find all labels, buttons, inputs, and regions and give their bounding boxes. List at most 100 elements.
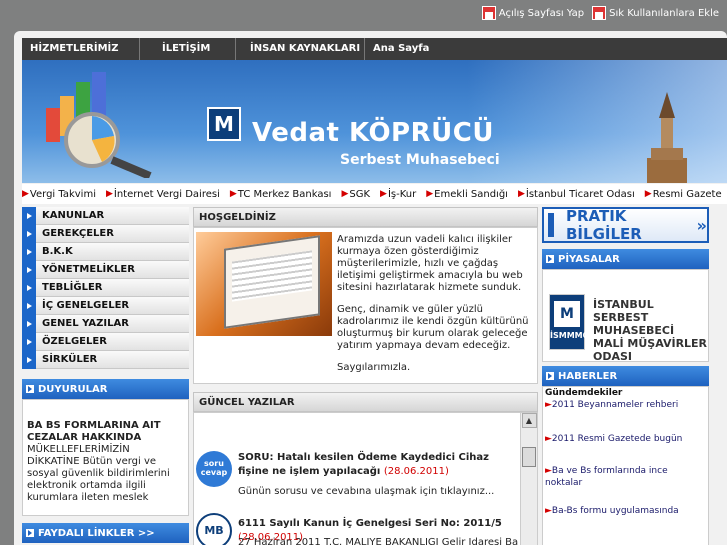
bullet-icon [22, 224, 36, 243]
main-nav: HİZMETLERİMİZ İLETİŞİM İNSAN KAYNAKLARI … [22, 38, 727, 60]
bullet-icon [546, 372, 554, 380]
set-homepage-label: Açılış Sayfası Yap [498, 7, 585, 19]
double-arrow-icon: » [696, 215, 707, 235]
arrow-icon: ▶ [426, 189, 434, 199]
menu-item-sirkuler[interactable]: SİRKÜLER [22, 350, 189, 369]
arrow-icon: ▶ [22, 189, 29, 199]
link-merkez-bankasi[interactable]: ▶ TC Merkez Bankası [230, 189, 332, 200]
menu-item-kanunlar[interactable]: KANUNLAR [22, 206, 189, 225]
guncel-scrollbar[interactable]: ▲ [520, 413, 537, 545]
menu-item-ic-genelgeler[interactable]: İÇ GENELGELER [22, 296, 189, 315]
arrow-icon: ▶ [105, 189, 113, 199]
arrow-icon: ▶ [380, 189, 387, 199]
home-icon [481, 6, 496, 20]
header-banner: M Vedat KÖPRÜCÜ Serbest Muhasebeci [22, 60, 727, 183]
bullet-icon [22, 278, 36, 297]
brand-logo: M [207, 107, 241, 141]
bullet-icon [22, 314, 36, 333]
bullet-icon [22, 242, 36, 261]
guncel-header: GÜNCEL YAZILAR [193, 392, 538, 412]
welcome-panel: Aramızda uzun vadeli kalıcı ilişkiler ku… [193, 227, 538, 384]
news-item[interactable]: ►2011 Beyannameler rehberi [545, 399, 705, 411]
piyasalar-box: M İSMMMO İSTANBUL SERBEST MUHASEBECİ MALİ… [542, 269, 709, 363]
welcome-signoff: Saygılarımızla. [337, 362, 411, 373]
welcome-header: HOŞGELDİNİZ [193, 207, 538, 227]
right-column: PRATİK BİLGİLER» PİYASALAR M İSMMMO İSTAN… [542, 207, 709, 545]
chart-magnifier-illustration [46, 72, 152, 178]
arrow-icon: ▶ [517, 189, 525, 199]
menu-item-tebligler[interactable]: TEBLİĞLER [22, 278, 189, 297]
laptop-image [196, 232, 332, 336]
nav-item-home[interactable]: Ana Sayfa [365, 38, 429, 60]
article-desc: 27 Haziran 2011 T.C. MALİYE BAKANLIĞI Ge… [238, 537, 518, 545]
useful-links-header[interactable]: FAYDALI LİNKLER >> [22, 523, 189, 543]
nav-item-contact[interactable]: İLETİŞİM [140, 38, 236, 60]
ismmmo-logo[interactable]: M İSMMMO [549, 294, 589, 350]
haberler-box: Gündemdekiler ►2011 Beyannameler rehberi… [542, 386, 709, 545]
welcome-paragraph-1: Aramızda uzun vadeli kalıcı ilişkiler ku… [337, 234, 523, 293]
pratik-bilgiler-button[interactable]: PRATİK BİLGİLER» [542, 207, 709, 243]
duyurular-header: DUYURULAR [22, 379, 189, 399]
quick-links-bar: ▶ Vergi Takvimi ▶ İnternet Vergi Dairesi ▶… [22, 184, 727, 204]
add-favorites-label: Sık Kullanılanlara Ekle [609, 7, 719, 19]
arrow-icon: ▶ [644, 189, 652, 199]
haberler-subheader: Gündemdekiler [545, 388, 623, 398]
arrow-icon: ► [545, 466, 552, 476]
guncel-panel: soru cevap SORU: Hatalı kesilen Ödeme Ka… [193, 412, 538, 545]
soru-cevap-badge: soru cevap [196, 451, 232, 487]
welcome-text: Aramızda uzun vadeli kalıcı ilişkiler ku… [337, 234, 535, 374]
add-favorites-link[interactable]: Sık Kullanılanlara Ekle [592, 6, 719, 20]
announcement-title[interactable]: BA BS FORMLARINA AIT CEZALAR HAKKINDA [27, 420, 184, 444]
news-item[interactable]: ►Ba-Bs formu uygulamasında [545, 505, 705, 517]
link-vergi-takvimi[interactable]: ▶ Vergi Takvimi [22, 189, 96, 200]
link-sgk[interactable]: ▶ SGK [341, 189, 370, 200]
article-desc: Günün sorusu ve cevabına ulaşmak için tı… [238, 486, 495, 497]
favorites-icon [592, 6, 607, 20]
scroll-up-icon[interactable]: ▲ [521, 413, 537, 428]
brand-name: Vedat KÖPRÜCÜ [252, 118, 494, 148]
welcome-paragraph-2: Genç, dinamik ve güler yüzlü kadrolarımı… [337, 304, 529, 351]
arrow-icon: ► [545, 434, 552, 444]
menu-item-genel-yazilar[interactable]: GENEL YAZILAR [22, 314, 189, 333]
mb-logo-badge: MB [196, 513, 232, 545]
haberler-header: HABERLER [542, 366, 709, 386]
link-emekli-sandigi[interactable]: ▶ Emekli Sandığı [426, 189, 508, 200]
bullet-icon [26, 385, 34, 393]
link-iskur[interactable]: ▶ İş-Kur [380, 189, 416, 200]
menu-item-bkk[interactable]: B.K.K [22, 242, 189, 261]
bullet-icon [22, 350, 36, 369]
duyurular-box: BA BS FORMLARINA AIT CEZALAR HAKKINDA MÜ… [22, 399, 189, 516]
ismmmo-link-text[interactable]: İSTANBUL SERBEST MUHASEBECİ MALİ MÜŞAVİR… [593, 298, 708, 363]
bullet-icon [546, 255, 554, 263]
link-resmi-gazete[interactable]: ▶ Resmi Gazete [645, 189, 722, 200]
bullet-icon [22, 260, 36, 279]
left-column: KANUNLAR GEREKÇELER B.K.K YÖNETMELİKLER … [22, 206, 189, 516]
bullet-icon [22, 206, 36, 225]
nav-item-services[interactable]: HİZMETLERİMİZ [22, 38, 140, 60]
nav-item-hr[interactable]: İNSAN KAYNAKLARI [236, 38, 365, 60]
menu-item-ozelgeler[interactable]: ÖZELGELER [22, 332, 189, 351]
scroll-thumb[interactable] [522, 447, 536, 467]
article-title[interactable]: SORU: Hatalı kesilen Ödeme Kaydedici Cih… [238, 451, 508, 479]
news-item[interactable]: ►Ba ve Bs formlarında ince noktalar [545, 465, 705, 489]
link-ticaret-odasi[interactable]: ▶ İstanbul Ticaret Odası [518, 189, 635, 200]
news-item[interactable]: ►2011 Resmi Gazetede bugün [545, 433, 705, 445]
set-homepage-link[interactable]: Açılış Sayfası Yap [481, 6, 585, 20]
bullet-icon [26, 529, 34, 537]
piyasalar-header: PİYASALAR [542, 249, 709, 269]
bullet-icon [22, 296, 36, 315]
arrow-icon: ► [545, 400, 552, 410]
maiden-tower-illustration [647, 92, 687, 183]
brand-subtitle: Serbest Muhasebeci [340, 152, 500, 168]
announcement-body: MÜKELLEFLERİMİZİN DİKKATİNE Bütün vergi … [27, 444, 170, 503]
center-column: HOŞGELDİNİZ Aramızda uzun vadeli kalıcı … [193, 207, 538, 545]
left-menu: KANUNLAR GEREKÇELER B.K.K YÖNETMELİKLER … [22, 206, 189, 369]
menu-item-yonetmelikler[interactable]: YÖNETMELİKLER [22, 260, 189, 279]
link-internet-vergi[interactable]: ▶ İnternet Vergi Dairesi [106, 189, 220, 200]
menu-item-gerekceler[interactable]: GEREKÇELER [22, 224, 189, 243]
arrow-icon: ► [545, 506, 552, 516]
bullet-icon [22, 332, 36, 351]
arrow-icon: ▶ [229, 189, 237, 199]
top-links: Açılış Sayfası Yap Sık Kullanılanlara Ek… [481, 6, 719, 20]
arrow-icon: ▶ [341, 189, 349, 199]
